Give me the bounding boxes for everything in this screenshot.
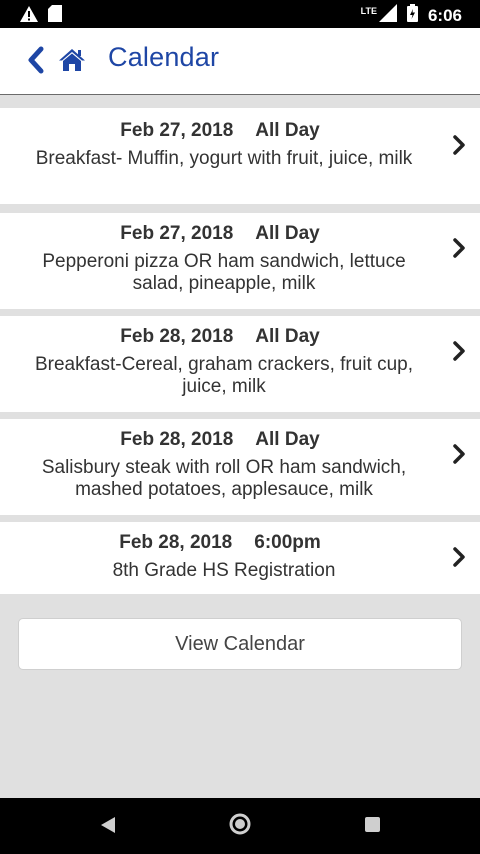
sd-card-icon: [48, 5, 62, 27]
event-time: All Day: [255, 223, 320, 244]
event-card[interactable]: Feb 27, 2018 All Day Breakfast- Muffin, y…: [0, 108, 480, 204]
event-meta: Feb 27, 2018 All Day: [0, 120, 440, 142]
chevron-right-icon: [453, 547, 465, 567]
event-date: Feb 28, 2018: [120, 326, 234, 347]
event-description: Pepperoni pizza OR ham sandwich, lettuce…: [42, 251, 406, 294]
back-button[interactable]: [24, 45, 48, 75]
chevron-left-icon: [28, 46, 44, 74]
page-title: Calendar: [108, 42, 220, 72]
chevron-right-icon: [453, 135, 465, 155]
event-time: All Day: [255, 326, 320, 347]
warning-icon: [20, 5, 38, 27]
home-icon: [59, 49, 85, 71]
event-description: Salisbury steak with roll OR ham sandwic…: [41, 457, 407, 500]
nav-home-button[interactable]: [228, 812, 252, 841]
event-description: Breakfast-Cereal, graham crackers, fruit…: [34, 354, 414, 397]
circle-home-icon: [229, 813, 251, 835]
nav-recents-button[interactable]: [365, 817, 380, 832]
event-card[interactable]: Feb 27, 2018 All Day Pepperoni pizza OR h…: [0, 213, 480, 309]
chevron-right-icon: [453, 341, 465, 361]
event-date: Feb 27, 2018: [120, 120, 234, 141]
event-time: All Day: [255, 429, 320, 450]
event-date: Feb 28, 2018: [119, 532, 233, 553]
event-meta: Feb 28, 2018 All Day: [0, 326, 440, 348]
event-description: 8th Grade HS Registration: [112, 560, 336, 581]
event-time: All Day: [255, 120, 320, 141]
app-header: Calendar: [0, 28, 480, 95]
system-nav-bar: [0, 798, 480, 854]
triangle-back-icon: [101, 817, 115, 833]
event-card[interactable]: Feb 28, 2018 All Day Salisbury steak with…: [0, 419, 480, 515]
clock: 6:06: [427, 5, 462, 25]
event-meta: Feb 27, 2018 All Day: [0, 223, 440, 245]
event-meta: Feb 28, 2018 All Day: [0, 429, 440, 451]
event-description: Breakfast- Muffin, yogurt with fruit, ju…: [35, 148, 413, 169]
home-button[interactable]: [58, 46, 86, 74]
event-card[interactable]: Feb 28, 2018 6:00pm 8th Grade HS Registra…: [0, 522, 480, 594]
nav-back-button[interactable]: [100, 816, 116, 839]
signal-icon: [378, 4, 397, 27]
event-date: Feb 27, 2018: [120, 223, 234, 244]
event-time: 6:00pm: [254, 532, 321, 553]
event-card[interactable]: Feb 28, 2018 All Day Breakfast-Cereal, gr…: [0, 316, 480, 412]
event-meta: Feb 28, 2018 6:00pm: [0, 532, 440, 554]
chevron-right-icon: [453, 238, 465, 258]
event-date: Feb 28, 2018: [120, 429, 234, 450]
status-bar: LTE 6:06: [0, 0, 480, 28]
battery-icon: [406, 4, 418, 27]
network-type: LTE: [360, 5, 377, 16]
view-calendar-button[interactable]: View Calendar: [18, 618, 462, 670]
chevron-right-icon: [453, 444, 465, 464]
